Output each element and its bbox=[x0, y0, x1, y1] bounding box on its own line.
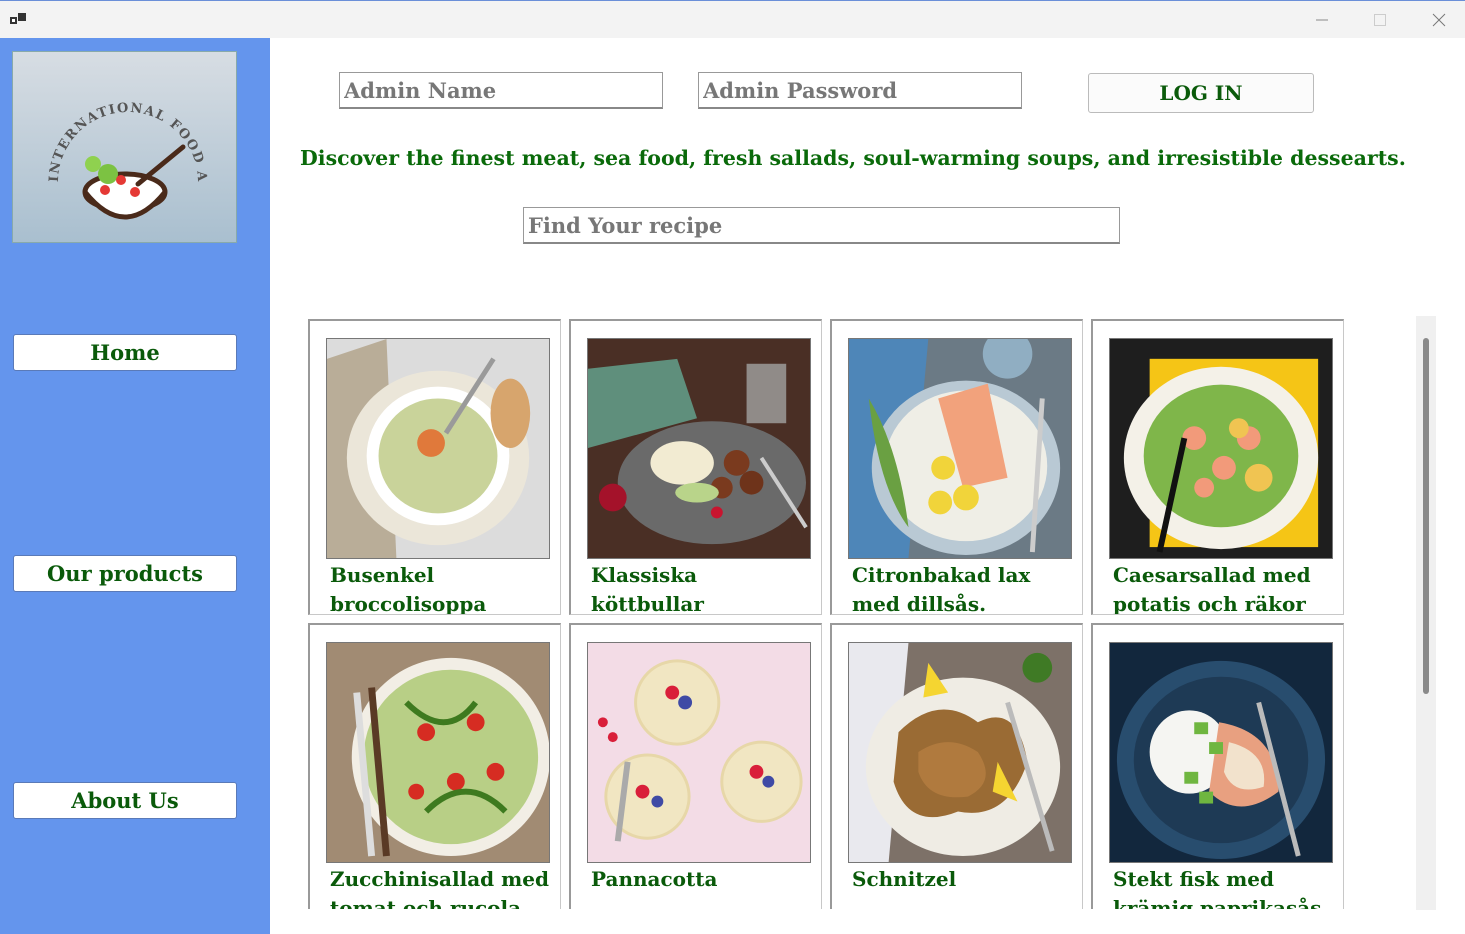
recipe-grid: Busenkel broccolisoppa Klassiska köttbul… bbox=[308, 319, 1358, 909]
recipe-title: Klassiska köttbullar bbox=[591, 563, 704, 615]
recipe-title: Stekt fisk med krämig paprikasås bbox=[1113, 867, 1322, 909]
recipe-image[interactable] bbox=[848, 338, 1072, 559]
nav-home-button[interactable]: Home bbox=[13, 334, 237, 371]
app-icon bbox=[10, 11, 28, 27]
recipe-image[interactable] bbox=[326, 338, 550, 559]
recipe-title: Citronbakad lax med dillsås. bbox=[852, 563, 1031, 615]
recipe-title: Pannacotta bbox=[591, 867, 718, 891]
log-in-button[interactable]: LOG IN bbox=[1088, 73, 1314, 113]
admin-name-input[interactable] bbox=[339, 72, 663, 109]
recipe-title: Caesarsallad med potatis och räkor bbox=[1113, 563, 1311, 615]
window-titlebar bbox=[0, 0, 1465, 38]
recipe-card[interactable]: Caesarsallad med potatis och räkor bbox=[1091, 319, 1344, 615]
nav-our-products-button[interactable]: Our products bbox=[13, 555, 237, 592]
close-icon[interactable] bbox=[1416, 5, 1462, 35]
recipe-image[interactable] bbox=[587, 642, 811, 863]
recipe-card[interactable]: Pannacotta bbox=[569, 623, 822, 909]
recipe-card[interactable]: Stekt fisk med krämig paprikasås bbox=[1091, 623, 1344, 909]
recipe-search-input[interactable] bbox=[523, 207, 1120, 244]
logo-text: INTERNATIONAL FOOD AB bbox=[7, 41, 208, 183]
recipe-image[interactable] bbox=[1109, 642, 1333, 863]
recipe-title: Busenkel broccolisoppa bbox=[330, 563, 487, 615]
recipe-grid-scrollbar[interactable] bbox=[1416, 316, 1436, 910]
recipe-card[interactable]: Citronbakad lax med dillsås. bbox=[830, 319, 1083, 615]
maximize-icon[interactable] bbox=[1357, 5, 1403, 35]
admin-password-input[interactable] bbox=[698, 72, 1022, 109]
logo: INTERNATIONAL FOOD AB bbox=[7, 41, 237, 243]
recipe-title: Schnitzel bbox=[852, 867, 957, 891]
recipe-card[interactable]: Zucchinisallad med tomat och rucola bbox=[308, 623, 561, 909]
recipe-image[interactable] bbox=[326, 642, 550, 863]
recipe-image[interactable] bbox=[587, 338, 811, 559]
recipe-image[interactable] bbox=[1109, 338, 1333, 559]
recipe-title: Zucchinisallad med tomat och rucola bbox=[330, 867, 549, 909]
recipe-image[interactable] bbox=[848, 642, 1072, 863]
recipe-card[interactable]: Schnitzel bbox=[830, 623, 1083, 909]
recipe-card[interactable]: Busenkel broccolisoppa bbox=[308, 319, 561, 615]
nav-about-us-button[interactable]: About Us bbox=[13, 782, 237, 819]
tagline: Discover the finest meat, sea food, fres… bbox=[300, 146, 1406, 170]
scrollbar-thumb[interactable] bbox=[1423, 338, 1429, 694]
recipe-card[interactable]: Klassiska köttbullar bbox=[569, 319, 822, 615]
minimize-icon[interactable] bbox=[1299, 5, 1345, 35]
svg-text:INTERNATIONAL FOOD AB: INTERNATIONAL FOOD AB bbox=[13, 52, 209, 183]
